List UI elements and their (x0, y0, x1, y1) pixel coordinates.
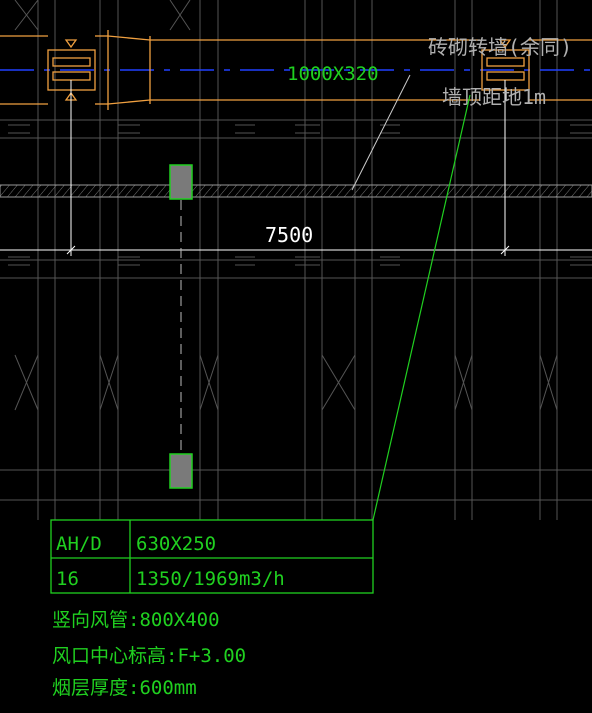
column-lower[interactable] (169, 453, 193, 489)
brick-wall (0, 184, 592, 198)
duct-size-label: 1000X320 (287, 63, 379, 85)
wall-note-line2: 墙顶距地1m (442, 85, 546, 109)
note-outlet-elevation: 风口中心标高:F+3.00 (52, 645, 246, 667)
note-vertical-duct: 竖向风管:800X400 (52, 609, 220, 631)
equipment-table[interactable]: AH/D 630X250 16 1350/1969m3/h (50, 519, 374, 594)
table-cell: AH/D (56, 533, 102, 555)
note-smoke-layer: 烟层厚度:600mm (52, 677, 197, 699)
table-cell: 630X250 (136, 533, 216, 555)
table-cell: 1350/1969m3/h (136, 568, 285, 590)
table-cell: 16 (56, 568, 79, 590)
wall-note-leader (351, 74, 411, 191)
cad-canvas[interactable]: 7500 1000X320 砖砌转墙(余同) 墙顶距地1m AH/D 630X2… (0, 0, 592, 713)
wall-note-line1: 砖砌转墙(余同) (428, 35, 572, 59)
dimension-label: 7500 (265, 223, 313, 247)
column-upper[interactable] (169, 164, 193, 200)
